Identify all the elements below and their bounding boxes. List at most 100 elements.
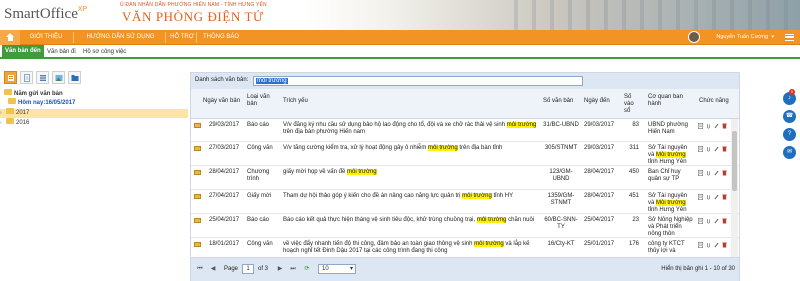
edit-icon[interactable] (714, 123, 719, 129)
search-value: môi trường (256, 78, 288, 84)
col-co-quan[interactable]: Cơ quan ban hành (648, 94, 692, 108)
folder-button[interactable] (68, 71, 81, 84)
cell-trich-yeu[interactable]: V/v tăng cường kiểm tra, xử lý hoạt động… (283, 145, 541, 152)
col-so-vao-so[interactable]: Số vào sổ (624, 94, 638, 115)
col-so-van-ban[interactable]: Số văn bản (543, 98, 573, 105)
delete-icon[interactable] (722, 194, 727, 200)
last-page-icon[interactable]: ⏭ (288, 264, 298, 274)
cell-trich-yeu[interactable]: về việc đẩy nhanh tiến độ thi công, đảm … (283, 241, 541, 255)
list-button[interactable] (36, 71, 49, 84)
table-row[interactable]: 28/04/2017 Chương trình giấy mời họp về vấ… (191, 166, 739, 190)
edit-icon[interactable] (714, 146, 719, 152)
cell-trich-yeu[interactable]: V/v đăng ký nhu cầu sử dụng bảo hộ lao đ… (283, 122, 541, 136)
view-document-icon[interactable] (698, 242, 703, 248)
table-row[interactable]: 27/04/2017 Giấy mời Tham dự hội thảo góp ý… (191, 190, 739, 214)
col-loai-van-ban[interactable]: Loại văn bản (247, 94, 273, 108)
document-list-button[interactable] (20, 71, 33, 84)
tree-today[interactable]: Hôm nay:16/05/2017 (8, 98, 75, 108)
help-icon: ? (787, 131, 792, 137)
search-highlight: Môi trường (656, 200, 686, 206)
cell-trich-yeu[interactable]: giấy mời họp về vấn đề môi trường (283, 169, 541, 176)
trich-yeu-text: trên địa bàn phường Hiến nam (283, 129, 366, 135)
table-row[interactable]: 29/03/2017 Báo cáo V/v đăng ký nhu cầu sử … (191, 119, 739, 142)
tab-ho-so-cong-viec[interactable]: Hồ sơ công việc (80, 46, 129, 58)
col-chuc-nang[interactable]: Chức năng (699, 98, 729, 105)
view-document-icon[interactable] (698, 146, 703, 152)
first-page-icon[interactable]: ⏮ (195, 264, 205, 274)
cell-ngay-van-ban: 27/04/2017 (209, 193, 240, 199)
tree-item-2017[interactable]: › 2017 (0, 108, 188, 118)
nav-item-gioi-thieu[interactable]: GIỚI THIỆU (22, 30, 70, 45)
image-button[interactable] (52, 71, 65, 84)
attachment-icon[interactable] (706, 170, 711, 176)
cell-ngay-van-ban: 18/01/2017 (209, 241, 240, 247)
avatar[interactable] (688, 31, 700, 43)
chevron-down-icon[interactable]: ▾ (771, 30, 774, 45)
nav-item-thong-bao[interactable]: THÔNG BÁO (200, 30, 242, 45)
search-highlight: môi trường (462, 193, 492, 199)
table-row[interactable]: 18/01/2017 Công văn về việc đẩy nhanh tiến… (191, 238, 739, 257)
view-document-icon[interactable] (698, 194, 703, 200)
nav-item-ho-tro[interactable]: HỖ TRỢ (168, 30, 196, 45)
attachment-icon[interactable] (706, 194, 711, 200)
cell-co-quan: Ban Chỉ huy quân sự TP (648, 169, 693, 183)
trich-yeu-text: trên địa bàn tỉnh (457, 145, 503, 151)
cell-ngay-van-ban: 28/04/2017 (209, 169, 240, 175)
refresh-icon[interactable]: ⟳ (302, 264, 312, 274)
scrollbar-thumb[interactable] (732, 131, 737, 191)
delete-icon[interactable] (722, 123, 727, 129)
cell-trich-yeu[interactable]: Báo cáo kết quả thực hiện tháng vệ sinh … (283, 217, 541, 224)
edit-icon[interactable] (714, 194, 719, 200)
edit-icon[interactable] (714, 218, 719, 224)
attachment-icon[interactable] (706, 146, 711, 152)
attachment-icon[interactable] (706, 123, 711, 129)
col-ngay-den[interactable]: Ngày đến (584, 98, 610, 105)
next-page-icon[interactable]: ▶ (275, 264, 285, 274)
cell-trich-yeu[interactable]: Tham dự hội thảo góp ý kiến cho đề án nâ… (283, 193, 541, 200)
cell-ngay-den: 29/03/2017 (584, 145, 615, 151)
delete-icon[interactable] (722, 218, 727, 224)
mail-fab[interactable]: ✉ (783, 146, 796, 159)
phone-fab[interactable]: ☎ (783, 110, 796, 123)
user-name[interactable]: Nguyễn Tuấn Cường (716, 30, 768, 45)
app-logo[interactable]: SmartOfficeXP (4, 6, 87, 23)
help-fab[interactable]: ? (783, 128, 796, 141)
view-document-icon[interactable] (698, 123, 703, 129)
table-row[interactable]: 27/03/2017 Công văn V/v tăng cường kiểm tr… (191, 142, 739, 166)
col-trich-yeu[interactable]: Trích yếu (283, 98, 308, 105)
delete-icon[interactable] (722, 242, 727, 248)
delete-icon[interactable] (722, 170, 727, 176)
tree-view-button[interactable] (4, 71, 17, 84)
tree-item-2016[interactable]: › 2016 (0, 118, 29, 128)
envelope-icon (194, 242, 201, 247)
edit-icon[interactable] (714, 242, 719, 248)
page-size-select[interactable]: 10 ▾ (318, 264, 356, 274)
nav-home[interactable] (0, 30, 20, 45)
trich-yeu-text: V/v tăng cường kiểm tra, xử lý hoạt động… (283, 145, 429, 151)
attachment-icon[interactable] (706, 242, 711, 248)
view-document-icon[interactable] (698, 170, 703, 176)
attachment-icon[interactable] (706, 218, 711, 224)
co-quan-text: Sở Nông Nghiệp và Phát triển nông thôn (648, 217, 693, 237)
edit-icon[interactable] (714, 170, 719, 176)
co-quan-text: công ty KTCT thủy lợi và (648, 241, 685, 254)
nav-item-huong-dan[interactable]: HƯỚNG DẪN SỬ DỤNG (78, 30, 163, 45)
nav-divider (73, 32, 74, 43)
envelope-icon (194, 218, 201, 223)
col-ngay-van-ban[interactable]: Ngày văn bản (203, 98, 240, 105)
tab-van-ban-di[interactable]: Văn bản đi (44, 46, 79, 58)
folder-icon (6, 108, 14, 115)
prev-page-icon[interactable]: ◀ (208, 264, 218, 274)
scrollbar[interactable] (731, 119, 738, 257)
search-highlight: môi trường (474, 241, 504, 247)
hamburger-menu-icon[interactable] (785, 34, 794, 41)
delete-icon[interactable] (722, 146, 727, 152)
search-label: Danh sách văn bản: (195, 77, 249, 83)
view-document-icon[interactable] (698, 218, 703, 224)
table-row[interactable]: 25/04/2017 Báo cáo Báo cáo kết quả thực hi… (191, 214, 739, 238)
tab-van-ban-den[interactable]: Văn bản đến (2, 45, 44, 58)
page-input[interactable]: 1 (242, 264, 254, 274)
search-input[interactable]: môi trường (253, 76, 583, 86)
folder-icon (8, 98, 16, 105)
nav-divider (196, 32, 197, 43)
